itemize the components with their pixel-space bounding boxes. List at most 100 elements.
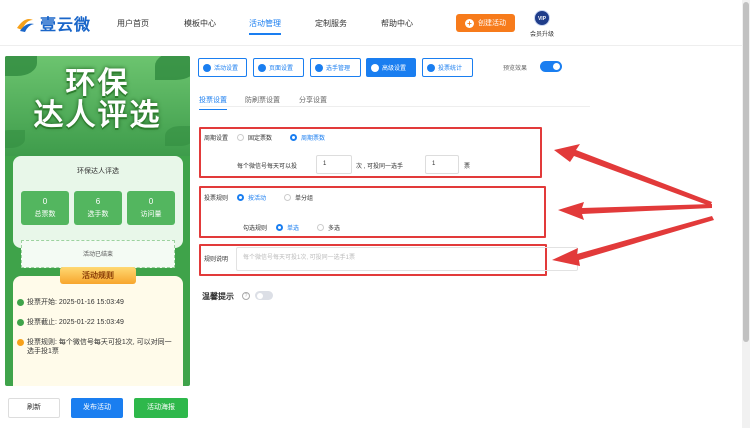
create-activity-label: 创建活动 bbox=[478, 20, 506, 27]
vip-icon: VIP bbox=[534, 10, 550, 26]
daily-limit-text-2: 次 , 可投同一选手 bbox=[356, 164, 404, 170]
check-rule-label: 勾选规则 bbox=[243, 226, 268, 232]
annotation-arrows bbox=[552, 144, 714, 266]
plus-icon: + bbox=[465, 18, 474, 28]
tips-label: 温馨提示 bbox=[202, 292, 234, 301]
button-label: 活动设置 bbox=[214, 66, 239, 72]
rules-title: 活动规则 bbox=[60, 267, 136, 284]
radio-multiple-choice[interactable]: 多选 bbox=[317, 223, 340, 232]
radio-circle bbox=[237, 134, 244, 141]
subtab-divider bbox=[200, 106, 590, 107]
publish-activity-button[interactable]: 发布活动 bbox=[71, 398, 123, 418]
bullet-icon bbox=[17, 299, 24, 306]
button-label: 高级设置 bbox=[382, 66, 407, 72]
rule-text: 投票开始: 2025-01-16 15:03:49 bbox=[27, 299, 124, 306]
radio-period-votes[interactable]: 周期票数 bbox=[290, 133, 325, 142]
vote-rule-label: 投票规则 bbox=[204, 196, 229, 202]
rule-text: 投票规则: 每个微信号每天可投1次, 可以对同一选手投1票 bbox=[27, 339, 172, 355]
refresh-button[interactable]: 刷新 bbox=[8, 398, 60, 418]
bar-chart-icon bbox=[427, 63, 435, 72]
stat-value: 0 bbox=[42, 197, 48, 206]
stat-contestants: 6 选手数 bbox=[74, 191, 122, 225]
stat-total-votes: 0 总票数 bbox=[21, 191, 69, 225]
radio-label: 按活动 bbox=[248, 196, 267, 202]
tips-toggle[interactable] bbox=[255, 291, 273, 300]
bullet-icon bbox=[17, 339, 24, 346]
rule-start: 投票开始: 2025-01-16 15:03:49 bbox=[17, 298, 177, 307]
vip-upgrade-label: 会员升级 bbox=[529, 32, 554, 38]
phone-preview: 环保 达人评选 环保达人评选 0 总票数 6 选手数 0 访问量 活动已结束 活… bbox=[5, 56, 190, 386]
button-label: 页面设置 bbox=[269, 66, 294, 72]
arrow-icon bbox=[552, 144, 714, 266]
activity-ended-notice: 活动已结束 bbox=[21, 240, 175, 268]
nav-user-home[interactable]: 用户首页 bbox=[117, 18, 149, 29]
logo[interactable]: 壹云微 bbox=[14, 11, 91, 35]
votes-unit: 票 bbox=[464, 164, 471, 170]
top-navigation-bar: 壹云微 用户首页 模板中心 活动管理 定制服务 帮助中心 + 创建活动 VIP … bbox=[0, 0, 750, 46]
page-settings-button[interactable]: 页面设置 bbox=[253, 58, 304, 77]
period-settings-label: 周期设置 bbox=[204, 136, 229, 142]
radio-label: 单分组 bbox=[295, 196, 314, 202]
radio-circle bbox=[290, 134, 297, 141]
logo-icon bbox=[14, 12, 36, 34]
stat-value: 0 bbox=[148, 197, 154, 206]
stat-visits: 0 访问量 bbox=[127, 191, 175, 225]
tab-share-settings[interactable]: 分享设置 bbox=[299, 95, 327, 105]
rule-description-textarea[interactable]: 每个微信号每天可投1次, 可投同一选手1票 bbox=[236, 247, 578, 271]
nav-template-center[interactable]: 模板中心 bbox=[184, 18, 216, 29]
nav-activity-management[interactable]: 活动管理 bbox=[249, 18, 281, 35]
daily-times-input[interactable]: 1 bbox=[316, 155, 352, 174]
activity-poster-button[interactable]: 活动海报 bbox=[134, 398, 188, 418]
radio-by-activity[interactable]: 按活动 bbox=[237, 193, 266, 202]
radio-single-group[interactable]: 单分组 bbox=[284, 193, 313, 202]
radio-label: 单选 bbox=[287, 226, 300, 232]
preview-effect-label: 预览效果 bbox=[503, 66, 528, 72]
users-icon bbox=[315, 63, 323, 72]
contestant-management-button[interactable]: 选手管理 bbox=[310, 58, 361, 77]
tab-anti-fraud-settings[interactable]: 防刷票设置 bbox=[245, 95, 280, 105]
nav-help-center[interactable]: 帮助中心 bbox=[381, 18, 413, 29]
nav-custom-service[interactable]: 定制服务 bbox=[315, 18, 347, 29]
page-scrollbar[interactable] bbox=[742, 0, 750, 428]
create-activity-button[interactable]: + 创建活动 bbox=[456, 14, 515, 32]
scrollbar-thumb[interactable] bbox=[743, 2, 749, 342]
button-label: 投票统计 bbox=[438, 66, 463, 72]
rule-description-label: 规则说明 bbox=[204, 257, 229, 263]
banner-title-line1: 环保 bbox=[65, 67, 130, 100]
rule-end: 投票截止: 2025-01-22 15:03:49 bbox=[17, 318, 177, 327]
activity-title: 环保达人评选 bbox=[77, 168, 119, 175]
help-icon[interactable]: ? bbox=[242, 292, 250, 300]
banner-title: 环保 达人评选 bbox=[5, 68, 190, 132]
vote-statistics-button[interactable]: 投票统计 bbox=[422, 58, 473, 77]
stat-label: 访问量 bbox=[140, 211, 162, 218]
vip-upgrade[interactable]: VIP 会员升级 bbox=[528, 10, 556, 38]
advanced-settings-button[interactable]: 高级设置 bbox=[366, 58, 416, 77]
banner-title-line2: 达人评选 bbox=[33, 99, 162, 132]
page-icon bbox=[258, 63, 266, 72]
tab-vote-settings[interactable]: 投票设置 bbox=[199, 95, 227, 110]
radio-fixed-votes[interactable]: 固定票数 bbox=[237, 133, 272, 142]
daily-limit-text: 每个微信号每天可以投 bbox=[237, 164, 298, 170]
radio-single-choice[interactable]: 单选 bbox=[276, 223, 299, 232]
radio-label: 周期票数 bbox=[301, 136, 326, 142]
logo-text: 壹云微 bbox=[40, 17, 92, 34]
radio-circle bbox=[284, 194, 291, 201]
rule-text: 投票截止: 2025-01-22 15:03:49 bbox=[27, 319, 124, 326]
radio-circle bbox=[276, 224, 283, 231]
button-label: 选手管理 bbox=[326, 66, 351, 72]
stat-value: 6 bbox=[95, 197, 101, 206]
radio-label: 多选 bbox=[328, 226, 341, 232]
rule-voting: 投票规则: 每个微信号每天可投1次, 可以对同一选手投1票 bbox=[17, 338, 177, 356]
radio-circle bbox=[237, 194, 244, 201]
gear-icon bbox=[203, 63, 211, 72]
rules-card: 活动规则 投票开始: 2025-01-16 15:03:49 投票截止: 202… bbox=[13, 267, 183, 386]
preview-effect-toggle[interactable] bbox=[540, 61, 562, 72]
stat-label: 总票数 bbox=[34, 211, 56, 218]
leaf-decoration bbox=[5, 130, 25, 148]
preview-banner: 环保 达人评选 bbox=[5, 56, 190, 156]
activity-settings-button[interactable]: 活动设置 bbox=[198, 58, 247, 77]
stat-label: 选手数 bbox=[87, 211, 109, 218]
activity-info-card: 环保达人评选 0 总票数 6 选手数 0 访问量 bbox=[13, 156, 183, 248]
same-contestant-votes-input[interactable]: 1 bbox=[425, 155, 459, 174]
bullet-icon bbox=[17, 319, 24, 326]
